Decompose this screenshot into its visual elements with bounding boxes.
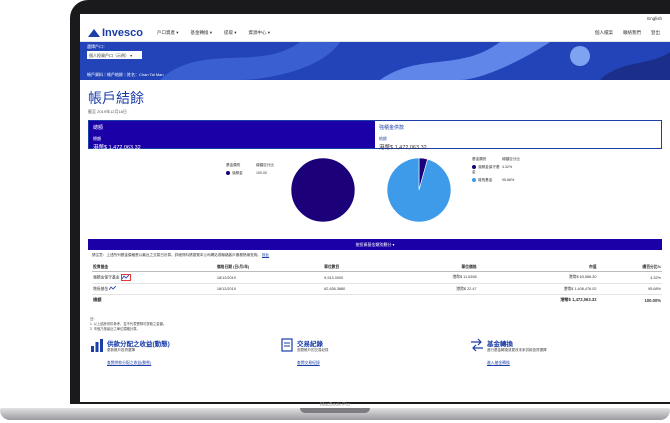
note-link[interactable]: 按此 [262, 253, 269, 257]
pie-chart-breakdown [386, 157, 452, 223]
card-contribution-returns: 供款分配之收益(動態) 更新帳戶投資選擇 查閱供款分配之收益(動態) [90, 338, 280, 366]
profile-link[interactable]: 個人檔案 [595, 30, 613, 36]
summary-mpf: 強積金供款 結餘 港幣$ 1,472,063.32 [375, 121, 661, 151]
legend-row: 強積金保守基金 4.32% [472, 165, 513, 174]
holdings-table: 投資基金 價格日期 (日/月/年) 單位數目 單位價格 市值 總百分比% 強積金… [92, 264, 662, 305]
hero-illustration [160, 42, 670, 80]
price-date: 18/12/2019 [215, 271, 324, 284]
language-toggle[interactable]: English [647, 16, 662, 21]
nav-withdraw[interactable]: 提取 ▾ [224, 30, 237, 36]
footnotes: 註： 1. 以上結餘僅供參考，並不代表實際可提取之金額。 2. 市值乃按最近之單… [90, 317, 167, 331]
fund-name: 強積金保守基金 [93, 275, 120, 280]
browser-screen: English Invesco 戶口資產 ▾ 基金轉換 ▾ 提取 ▾ 資源中心 … [80, 14, 670, 402]
legend-row: 增長基金 95.68% [472, 178, 520, 183]
card-link[interactable]: 進入基金轉換 [487, 361, 547, 366]
logout-link[interactable]: 登出 [651, 30, 660, 36]
nav-assets[interactable]: 戶口資產 ▾ [157, 30, 179, 36]
col-date: 價格日期 (日/月/年) [215, 264, 324, 272]
pie-slice-1 [386, 157, 452, 223]
nav-resources[interactable]: 資源中心 ▾ [249, 30, 271, 36]
unit-price: 港幣$ 11.6398 [395, 271, 478, 284]
quick-links: 供款分配之收益(動態) 更新帳戶投資選擇 查閱供款分配之收益(動態) 交易紀錄 查閱帳… [80, 332, 670, 366]
laptop-label: MacBook Pro [319, 402, 350, 408]
as-of-date: 截至 2019年12月18日 [88, 109, 127, 114]
units: 62,636.3880 [323, 283, 396, 295]
market-value: 港幣$ 1,408,476.02 [477, 283, 598, 295]
card-link[interactable]: 查閱供款分配之收益(動態) [107, 361, 170, 366]
unit-price: 港幣$ 22.47 [395, 283, 478, 295]
fund-type-toggle[interactable]: 按投資基金類別劃分 ▾ [88, 239, 662, 250]
table-row: 強積金保守基金 18/12/2019 9,913.0000 港幣$ 11.639… [92, 271, 662, 284]
account-select[interactable]: 個人投資戶口（示例） ▾ [87, 51, 142, 59]
top-utility-bar: English [80, 14, 670, 24]
col-pct: 總百分比% [597, 264, 662, 272]
breadcrumb: 帳戶資料｜帳戶結餘｜姓名：Chan Tai Man [87, 72, 164, 77]
price-note: 請注意：上述所列基金價格是以最近之交易日計算。詳細資料請瀏覽本公司網站或聯絡客戶… [92, 253, 270, 257]
card-link[interactable]: 查閱交易紀錄 [297, 361, 329, 366]
contact-link[interactable]: 聯絡我們 [623, 30, 641, 36]
col-value: 市值 [477, 264, 598, 272]
card-transactions: 交易紀錄 查閱帳戶的交易紀錄 查閱交易紀錄 [280, 338, 470, 366]
summary-total: 總額 總額 港幣$ 1,472,063.32 [89, 121, 375, 151]
pie-chart-total [290, 157, 356, 223]
left-chart-legend: 基金類別 總額百分比 強積金 100.00 [226, 163, 274, 176]
logo-mountain-icon [88, 28, 100, 37]
card-fund-switch: 基金轉換 進行基金轉換或更改未來供款投資選擇 進入基金轉換 [470, 338, 660, 366]
col-price: 單位價格 [395, 264, 478, 272]
units: 9,913.0000 [323, 271, 396, 284]
invesco-logo[interactable]: Invesco [88, 27, 143, 39]
fund-chart-icon-highlighted[interactable] [120, 274, 131, 281]
fund-name: 增長基金 [93, 287, 109, 291]
hero-banner: 選擇戶口： 個人投資戶口（示例） ▾ 帳戶資料｜帳戶結餘｜姓名：Chan Tai… [80, 42, 670, 80]
laptop-base: MacBook Pro [0, 402, 670, 423]
market-value: 港幣$ 63,586.30 [477, 271, 598, 284]
col-units: 單位數目 [323, 264, 396, 272]
bar-chart-icon [91, 339, 103, 352]
allocation-charts: 基金類別 總額百分比 強積金 100.00 基金類別 總額百分比 強積金保守基金 4.3… [80, 149, 670, 239]
account-select-label: 選擇戶口： [87, 44, 107, 49]
col-fund: 投資基金 [92, 264, 216, 272]
percent: 4.32% [597, 271, 662, 284]
document-icon [281, 338, 293, 352]
nav-fund-switch[interactable]: 基金轉換 ▾ [190, 30, 212, 36]
legend-row: 強積金 100.00 [226, 171, 274, 176]
fund-chart-icon[interactable] [108, 285, 117, 291]
pie-slice-0 [290, 157, 356, 223]
price-date: 18/12/2019 [215, 283, 324, 295]
main-nav: Invesco 戶口資產 ▾ 基金轉換 ▾ 提取 ▾ 資源中心 ▾ 個人檔案 聯… [80, 24, 670, 42]
page-title: 帳戶結餘 [88, 90, 144, 106]
percent: 95.68% [597, 283, 662, 295]
table-row: 增長基金 18/12/2019 62,636.3880 港幣$ 22.47 港幣… [92, 283, 662, 295]
switch-arrows-icon [471, 338, 483, 352]
summary-box: 總額 總額 港幣$ 1,472,063.32 強積金供款 結餘 港幣$ 1,47… [88, 120, 662, 151]
right-chart-legend: 基金類別 總額百分比 強積金保守基金 4.32% 增長基金 95.68% [472, 157, 520, 183]
total-row: 總額 港幣$ 1,472,063.32 100.00% [93, 297, 661, 303]
